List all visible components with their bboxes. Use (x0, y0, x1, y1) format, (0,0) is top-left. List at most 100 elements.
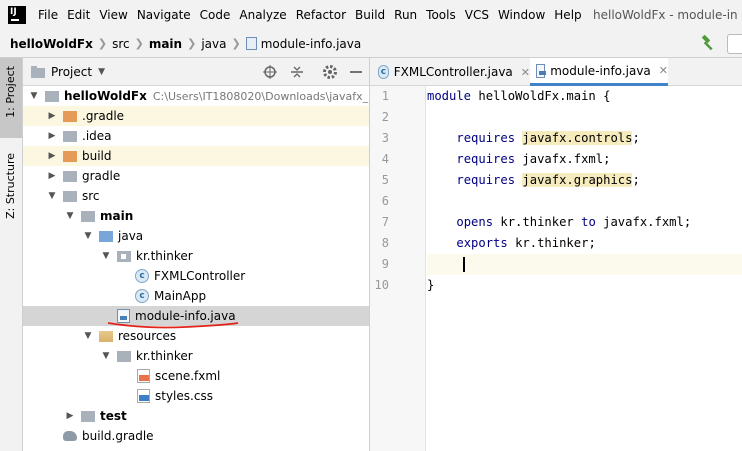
structure-tool-button[interactable]: Z: Structure (4, 153, 17, 219)
code-text: helloWoldFx.main { (471, 89, 611, 103)
menu-vcs[interactable]: VCS (465, 8, 489, 22)
collapse-all-icon[interactable] (289, 64, 305, 80)
chevron-down-icon[interactable]: ▼ (63, 209, 77, 223)
menu-view[interactable]: View (99, 8, 127, 22)
chevron-right-icon[interactable]: ▶ (45, 149, 59, 163)
breadcrumb-project[interactable]: helloWoldFx (10, 37, 93, 51)
tree-label: build.gradle (82, 429, 154, 443)
menu-run[interactable]: Run (394, 8, 417, 22)
tree-row-mainapp[interactable]: c MainApp (23, 286, 369, 306)
chevron-right-icon: ❯ (134, 37, 144, 50)
tree-label: .gradle (82, 109, 125, 123)
chevron-down-icon[interactable]: ▼ (99, 349, 113, 363)
chevron-down-icon[interactable]: ▼ (27, 89, 41, 103)
code-text: javafx.fxml; (595, 215, 692, 229)
menu-edit[interactable]: Edit (67, 8, 90, 22)
tree-row-res-package[interactable]: ▼ kr.thinker (23, 346, 369, 366)
code-text: kr.thinker (493, 215, 582, 229)
line-number: 4 (381, 152, 389, 166)
folder-icon (63, 130, 77, 142)
build-hammer-icon[interactable] (700, 35, 716, 51)
chevron-right-icon: ❯ (231, 37, 241, 50)
project-tree: ▼ helloWoldFx C:\Users\IT1808020\Downloa… (23, 86, 369, 451)
tab-label: FXMLController.java (393, 65, 513, 79)
gear-icon[interactable] (322, 64, 338, 80)
menu-file[interactable]: File (38, 8, 58, 22)
tree-row-gradle[interactable]: ▶ gradle (23, 166, 369, 186)
tree-row-scene-fxml[interactable]: scene.fxml (23, 366, 369, 386)
breadcrumb-file[interactable]: module-info.java (261, 37, 362, 51)
tree-row-java[interactable]: ▼ java (23, 226, 369, 246)
breadcrumb-src[interactable]: src (112, 37, 130, 51)
menu-tools[interactable]: Tools (426, 8, 456, 22)
code-line-7: opens kr.thinker to javafx.fxml; (427, 212, 742, 233)
folder-icon (81, 410, 95, 422)
tree-row-test[interactable]: ▶ test (23, 406, 369, 426)
highlighted-identifier: javafx.controls (522, 131, 633, 145)
chevron-down-icon[interactable]: ▼ (81, 329, 95, 343)
keyword: exports (456, 236, 508, 250)
tree-row-root[interactable]: ▼ helloWoldFx C:\Users\IT1808020\Downloa… (23, 86, 369, 106)
editor-tabs: c FXMLController.java ✕ module-info.java… (370, 58, 742, 86)
tab-module-info[interactable]: module-info.java ✕ (530, 58, 668, 86)
tree-row-package[interactable]: ▼ kr.thinker (23, 246, 369, 266)
project-tool-button[interactable]: 1: Project (0, 58, 22, 138)
tree-row-build[interactable]: ▶ build (23, 146, 369, 166)
tree-row-src[interactable]: ▼ src (23, 186, 369, 206)
keyword: requires (456, 152, 516, 166)
menu-analyze[interactable]: Analyze (239, 8, 286, 22)
tree-row-gradle-dir[interactable]: ▶ .gradle (23, 106, 369, 126)
hide-panel-icon[interactable] (348, 64, 364, 80)
tree-row-fxmlcontroller[interactable]: c FXMLController (23, 266, 369, 286)
project-tool-label: 1: Project (4, 66, 17, 118)
fxml-file-icon (137, 369, 150, 383)
chevron-down-icon[interactable]: ▼ (45, 189, 59, 203)
menu-window[interactable]: Window (498, 8, 545, 22)
chevron-down-icon[interactable]: ▼ (81, 229, 95, 243)
menu-help[interactable]: Help (554, 8, 581, 22)
menu-build[interactable]: Build (355, 8, 385, 22)
tree-row-styles-css[interactable]: styles.css (23, 386, 369, 406)
chevron-down-icon[interactable]: ▼ (98, 67, 105, 77)
close-icon[interactable]: ✕ (659, 64, 668, 77)
chevron-right-icon[interactable]: ▶ (45, 129, 59, 143)
chevron-right-icon[interactable]: ▶ (63, 409, 77, 423)
css-file-icon (137, 389, 150, 403)
chevron-right-icon[interactable]: ▶ (45, 109, 59, 123)
line-number: 5 (381, 173, 389, 187)
tree-label: resources (118, 329, 177, 343)
folder-icon (45, 90, 59, 102)
keyword: requires (456, 173, 516, 187)
tab-fxmlcontroller[interactable]: c FXMLController.java ✕ (378, 58, 530, 86)
tree-row-main[interactable]: ▼ main (23, 206, 369, 226)
code-line-8: exports kr.thinker; (427, 233, 742, 254)
tree-label: src (82, 189, 100, 203)
run-config-selector[interactable] (727, 34, 742, 54)
window-title: helloWoldFx - module-in (593, 8, 738, 22)
close-icon[interactable]: ✕ (521, 66, 530, 79)
menu-code[interactable]: Code (200, 8, 231, 22)
tree-row-resources[interactable]: ▼ resources (23, 326, 369, 346)
tree-label: styles.css (155, 389, 213, 403)
breadcrumb-main[interactable]: main (149, 37, 182, 51)
editor-gutter: 1 2 3 4 5 6 7 8 9 10 (370, 86, 426, 451)
package-icon (117, 250, 131, 262)
line-number: 3 (381, 131, 389, 145)
tree-label: kr.thinker (136, 249, 193, 263)
project-view-title[interactable]: Project (51, 65, 92, 79)
code-text: javafx.fxml; (515, 152, 611, 166)
highlighted-identifier: javafx.graphics (522, 173, 633, 187)
locate-target-icon[interactable] (262, 64, 278, 80)
breadcrumb-java[interactable]: java (201, 37, 226, 51)
menu-navigate[interactable]: Navigate (137, 8, 191, 22)
source-folder-icon (99, 230, 113, 242)
tool-window-stripe: 1: Project Z: Structure (0, 58, 23, 451)
code-text: ; (632, 131, 640, 145)
tree-row-idea[interactable]: ▶ .idea (23, 126, 369, 146)
chevron-right-icon[interactable]: ▶ (45, 169, 59, 183)
code-editor[interactable]: module helloWoldFx.main { requires javaf… (427, 86, 742, 451)
tree-row-build-gradle[interactable]: build.gradle (23, 426, 369, 446)
chevron-down-icon[interactable]: ▼ (99, 249, 113, 263)
class-icon: c (135, 269, 149, 283)
menu-refactor[interactable]: Refactor (296, 8, 346, 22)
